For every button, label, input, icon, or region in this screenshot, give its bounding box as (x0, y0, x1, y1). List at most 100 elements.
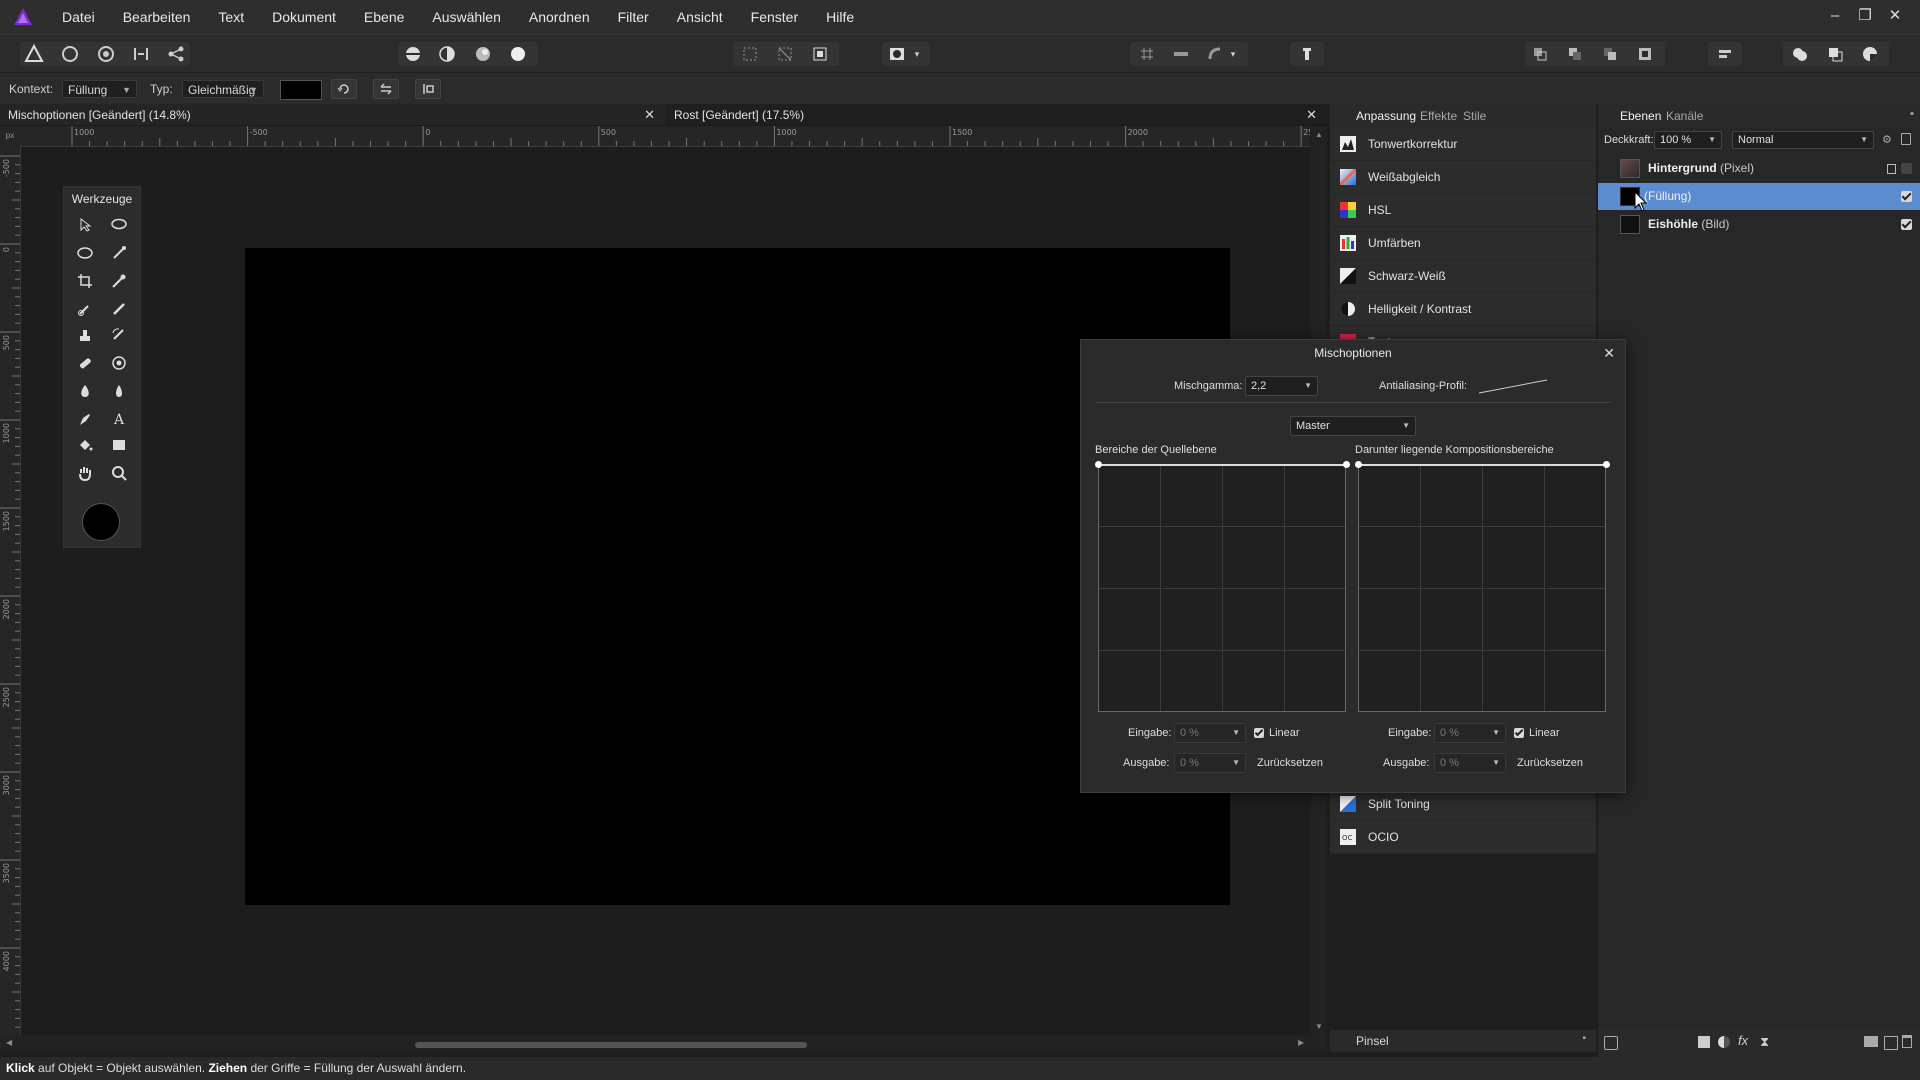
opacity-field[interactable]: 100 % ▼ (1654, 131, 1722, 149)
document-tab-mischoptionen[interactable]: Mischoptionen [Geändert] (14.8%) ✕ (0, 104, 665, 126)
liquify-persona-icon[interactable] (57, 41, 83, 67)
rotate-fill-button[interactable] (331, 79, 357, 99)
scroll-left-icon[interactable]: ◀ (6, 1038, 12, 1047)
reset-button[interactable]: Zurücksetzen (1257, 757, 1323, 769)
close-dialog-icon[interactable]: ✕ (1603, 340, 1615, 366)
healing-brush-tool-icon[interactable] (72, 351, 98, 375)
menu-datei[interactable]: Datei (48, 0, 109, 34)
tab-kanaele[interactable]: Kanäle (1666, 104, 1703, 128)
menu-dokument[interactable]: Dokument (258, 0, 350, 34)
layer-stack-icon[interactable] (1604, 1036, 1618, 1050)
mask-dropdown-icon[interactable]: ▾ (910, 41, 924, 67)
curve-node[interactable] (1603, 461, 1610, 468)
hand-tool-icon[interactable] (72, 461, 98, 485)
horizontal-ruler[interactable]: 1000-50005001000150020002500300035004000… (20, 126, 1310, 147)
diagonal-mode-icon[interactable] (772, 41, 798, 67)
curve-node[interactable] (1095, 461, 1102, 468)
close-tab-icon[interactable]: ✕ (644, 104, 655, 126)
lock-icon[interactable] (1901, 133, 1911, 145)
pixel-tool-icon[interactable] (106, 297, 132, 321)
visibility-checkbox[interactable] (1901, 163, 1912, 174)
move-to-front-icon[interactable] (1632, 41, 1658, 67)
move-forward-one-icon[interactable] (1597, 41, 1623, 67)
undo-brush-tool-icon[interactable] (106, 323, 132, 347)
reset-button[interactable]: Zurücksetzen (1517, 757, 1583, 769)
photo-persona-icon[interactable] (21, 41, 47, 67)
tone-mapping-persona-icon[interactable] (128, 41, 154, 67)
export-persona-icon[interactable] (163, 41, 189, 67)
add-group-icon[interactable] (1864, 1036, 1878, 1047)
panel-menu-icon[interactable]: ▪ (1582, 1033, 1586, 1044)
boolean-subtract-icon[interactable] (1822, 41, 1848, 67)
layer-hintergrund[interactable]: Hintergrund (Pixel) (1598, 155, 1920, 182)
blend-mode-dropdown[interactable]: Normal ▼ (1732, 131, 1874, 149)
move-to-back-icon[interactable] (1527, 41, 1553, 67)
fill-color-swatch[interactable] (280, 80, 322, 100)
assistant-icon[interactable] (1294, 41, 1320, 67)
tab-effekte[interactable]: Effekte (1420, 104, 1457, 128)
mischgamma-field[interactable]: 2,2 ▼ (1245, 376, 1318, 396)
eingabe-field[interactable]: 0 % ▼ (1174, 723, 1246, 743)
grid-icon[interactable] (1134, 41, 1160, 67)
add-adjustment-icon[interactable] (1718, 1036, 1730, 1048)
linear-checkbox[interactable] (1254, 728, 1264, 738)
adjustment-umfaerben[interactable]: Umfärben (1330, 227, 1596, 260)
clone-brush-tool-icon[interactable] (72, 323, 98, 347)
mask-icon[interactable] (884, 41, 910, 67)
visibility-checkbox[interactable] (1901, 191, 1912, 202)
selection-brush-tool-icon[interactable] (106, 241, 132, 265)
dodge-tool-icon[interactable] (72, 379, 98, 403)
move-tool-icon[interactable] (72, 213, 98, 237)
menu-auswaehlen[interactable]: Auswählen (418, 0, 515, 34)
tab-ebenen[interactable]: Ebenen (1620, 104, 1661, 128)
adjustment-hsl[interactable]: HSL (1330, 194, 1596, 227)
align-icon[interactable] (1712, 41, 1738, 67)
adjustment-ocio[interactable]: OC OCIO (1330, 821, 1596, 854)
scroll-up-icon[interactable]: ▲ (1315, 130, 1323, 139)
restore-button[interactable]: ❐ (1850, 0, 1880, 34)
tab-anpassung[interactable]: Anpassung (1356, 104, 1416, 128)
tab-stile[interactable]: Stile (1463, 104, 1486, 128)
boolean-add-icon[interactable] (1787, 41, 1813, 67)
add-layer-icon[interactable] (1884, 1036, 1898, 1050)
adjustment-weissabgleich[interactable]: Weißabgleich (1330, 161, 1596, 194)
primary-color-well[interactable] (82, 503, 120, 541)
menu-filter[interactable]: Filter (604, 0, 663, 34)
auto-white-balance-icon[interactable] (505, 41, 531, 67)
menu-bearbeiten[interactable]: Bearbeiten (109, 0, 205, 34)
typ-dropdown[interactable]: Gleichmäßig ▼ (182, 80, 264, 98)
rectangle-tool-icon[interactable] (106, 433, 132, 457)
guides-icon[interactable] (1168, 41, 1194, 67)
move-back-one-icon[interactable] (1562, 41, 1588, 67)
adjustment-helligkeit-kontrast[interactable]: Helligkeit / Kontrast (1330, 293, 1596, 326)
fx-icon[interactable]: fx (1738, 1033, 1748, 1048)
crop-tool-icon[interactable] (72, 269, 98, 293)
menu-text[interactable]: Text (204, 0, 258, 34)
vertical-ruler[interactable]: -500 0 500 1000 1500 2000 2500 3000 3500 4000 (0, 146, 21, 1036)
curve-node[interactable] (1355, 461, 1362, 468)
ausgabe-field[interactable]: 0 % ▼ (1174, 753, 1246, 773)
source-range-graph[interactable] (1098, 464, 1346, 712)
linear-checkbox[interactable] (1514, 728, 1524, 738)
menu-fenster[interactable]: Fenster (737, 0, 812, 34)
close-window-button[interactable]: ✕ (1880, 0, 1910, 34)
elliptical-marquee-tool-icon[interactable] (72, 241, 98, 265)
close-tab-icon[interactable]: ✕ (1306, 104, 1317, 126)
document-tab-rost[interactable]: Rost [Geändert] (17.5%) ✕ (666, 104, 1327, 126)
snapping-icon[interactable] (1202, 41, 1228, 67)
add-mask-icon[interactable] (1698, 1036, 1710, 1048)
scroll-down-icon[interactable]: ▼ (1315, 1022, 1323, 1031)
zoom-tool-icon[interactable] (106, 461, 132, 485)
reverse-fill-button[interactable] (373, 79, 399, 99)
visibility-checkbox[interactable] (1901, 219, 1912, 230)
red-eye-tool-icon[interactable] (106, 351, 132, 375)
layer-eishoehle[interactable]: Eishöhle (Bild) (1598, 211, 1920, 238)
blur-tool-icon[interactable] (106, 379, 132, 403)
antialiasing-curve[interactable] (1477, 376, 1549, 396)
lock-icon[interactable] (1887, 164, 1896, 174)
lasso-select-tool-icon[interactable] (106, 213, 132, 237)
gear-icon[interactable]: ⚙ (1882, 133, 1892, 146)
auto-levels-icon[interactable] (400, 41, 426, 67)
marquee-mode-icon[interactable] (737, 41, 763, 67)
auto-colors-icon[interactable] (470, 41, 496, 67)
